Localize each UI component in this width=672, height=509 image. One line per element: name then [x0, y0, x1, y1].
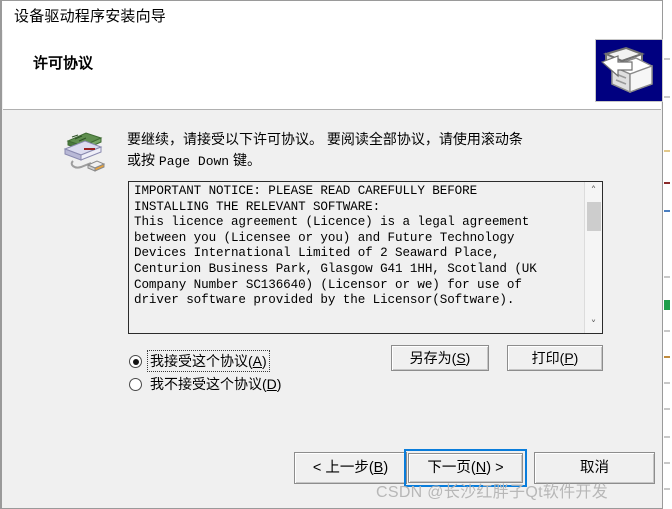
- wizard-footer: < 上一步(B) 下一页(N) > 取消: [3, 427, 661, 507]
- screenshot-canvas: 设备驱动程序安装向导 许可协议 要继续，请接受以下许可协议。 要阅读全部协议，请…: [0, 0, 672, 509]
- radio-decline-license[interactable]: 我不接受这个协议(D): [129, 374, 283, 395]
- license-acceptance-radio-group: 我接受这个协议(A) 我不接受这个协议(D): [129, 350, 283, 397]
- back-accelerator: B: [373, 460, 384, 476]
- save-as-accelerator: S: [456, 350, 466, 366]
- cancel-button[interactable]: 取消: [534, 452, 655, 484]
- radio-decline-text: 我不接受这个协议(: [150, 376, 267, 392]
- radio-decline-accelerator: D: [266, 376, 277, 392]
- window-title: 设备驱动程序安装向导: [14, 8, 167, 25]
- driver-wizard-icon: [595, 39, 663, 102]
- page-title: 许可协议: [33, 55, 94, 72]
- radio-accept-accelerator: A: [252, 353, 263, 369]
- save-as-label-suffix: ): [465, 350, 471, 366]
- next-button-focus-ring: 下一页(N) >: [404, 449, 527, 487]
- back-button[interactable]: < 上一步(B): [294, 452, 407, 484]
- back-label: < 上一步(: [312, 460, 374, 476]
- title-bar: 设备驱动程序安装向导: [2, 1, 662, 30]
- scrollbar-thumb[interactable]: [587, 202, 601, 231]
- next-accelerator: N: [475, 460, 487, 476]
- radio-decline-label[interactable]: 我不接受这个协议(D): [148, 374, 283, 394]
- license-scrollbar[interactable]: ˄ ˅: [584, 182, 602, 333]
- next-label-suffix: ) >: [486, 460, 504, 476]
- next-button[interactable]: 下一页(N) >: [408, 453, 523, 483]
- scroll-down-arrow-icon[interactable]: ˅: [585, 316, 602, 333]
- instructions-text: 要继续，请接受以下许可协议。 要阅读全部协议，请使用滚动条 或按 Page Do…: [127, 129, 592, 172]
- scroll-up-arrow-icon[interactable]: ˄: [585, 182, 602, 199]
- radio-decline-indicator[interactable]: [129, 378, 142, 391]
- back-label-suffix: ): [383, 460, 389, 476]
- print-button[interactable]: 打印(P): [507, 345, 603, 371]
- driver-install-wizard-dialog: 设备驱动程序安装向导 许可协议 要继续，请接受以下许可协议。 要阅读全部协议，请…: [0, 0, 663, 509]
- device-driver-icon: [59, 128, 107, 174]
- radio-accept-indicator[interactable]: [129, 355, 142, 368]
- radio-decline-text-suffix: ): [276, 376, 282, 392]
- save-as-label: 另存为(: [409, 350, 457, 366]
- wizard-body: 要继续，请接受以下许可协议。 要阅读全部协议，请使用滚动条 或按 Page Do…: [3, 111, 661, 428]
- save-as-button[interactable]: 另存为(S): [391, 345, 489, 371]
- print-label: 打印(: [531, 350, 565, 366]
- instructions-line-1: 要继续，请接受以下许可协议。 要阅读全部协议，请使用滚动条: [127, 131, 523, 147]
- radio-accept-label[interactable]: 我接受这个协议(A): [147, 350, 270, 372]
- radio-accept-text: 我接受这个协议(: [150, 353, 253, 369]
- instructions-line-2-prefix: 或按: [127, 152, 159, 168]
- page-down-key-label: Page Down: [158, 154, 230, 169]
- radio-accept-text-suffix: ): [262, 353, 267, 369]
- background-app-strip: [662, 0, 672, 509]
- wizard-header-banner: 许可协议: [3, 30, 663, 110]
- print-accelerator: P: [564, 350, 574, 366]
- next-label: 下一页(: [427, 460, 476, 476]
- instructions-line-2-suffix: 键。: [229, 152, 261, 168]
- print-label-suffix: ): [573, 350, 579, 366]
- license-agreement-text: IMPORTANT NOTICE: PLEASE READ CAREFULLY …: [134, 184, 537, 308]
- license-text-box[interactable]: IMPORTANT NOTICE: PLEASE READ CAREFULLY …: [128, 181, 603, 334]
- radio-accept-license[interactable]: 我接受这个协议(A): [129, 350, 283, 372]
